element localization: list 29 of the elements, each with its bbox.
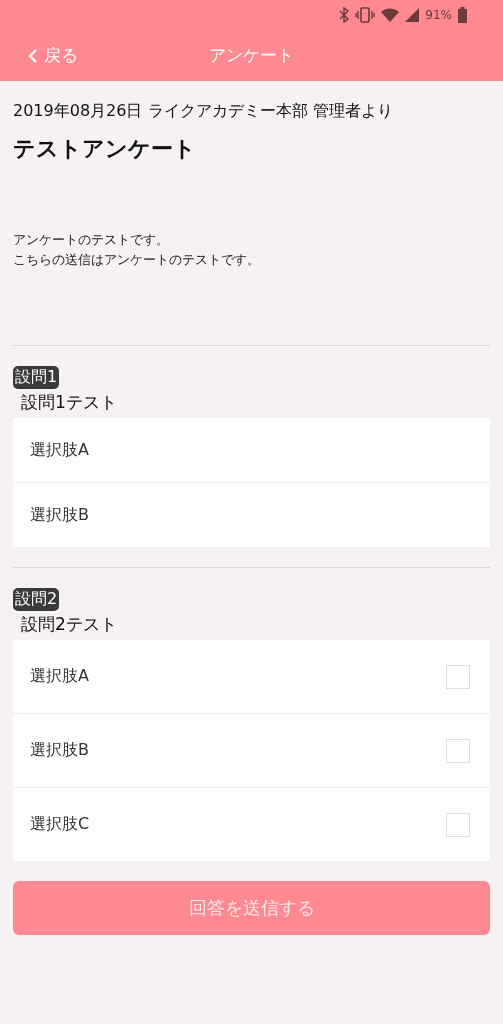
option-row[interactable]: 選択肢A	[13, 640, 490, 713]
wifi-icon	[381, 8, 400, 22]
bluetooth-icon	[339, 7, 350, 23]
screen-title: アンケート	[209, 44, 294, 67]
option-label: 選択肢C	[30, 814, 90, 835]
option-label: 選択肢B	[30, 740, 89, 761]
question-number-tag: 設問1	[13, 366, 60, 389]
option-label: 選択肢B	[30, 504, 89, 526]
checkbox[interactable]	[446, 738, 470, 763]
question-text: 設問2テスト	[21, 613, 118, 636]
option-row[interactable]: 選択肢B	[13, 714, 490, 787]
survey-title: テストアンケート	[13, 135, 197, 163]
checkbox[interactable]	[446, 664, 470, 689]
signal-icon	[405, 8, 420, 22]
option-label: 選択肢A	[30, 666, 89, 687]
vibrate-icon	[355, 7, 376, 23]
option-row[interactable]: 選択肢B	[13, 483, 490, 547]
battery-icon	[458, 7, 467, 23]
battery-percent: 91%	[425, 8, 452, 22]
description-line: アンケートのテストです。	[13, 231, 170, 249]
chevron-left-icon	[28, 47, 38, 64]
question-text: 設問1テスト	[21, 391, 118, 414]
description-line: こちらの送信はアンケートのテストです。	[13, 250, 261, 269]
option-label: 選択肢A	[30, 439, 89, 461]
sender-line: 2019年08月26日 ライクアカデミー本部 管理者より	[13, 101, 394, 122]
question-number-tag: 設問2	[13, 588, 60, 611]
option-row[interactable]: 選択肢A	[13, 418, 490, 482]
checkbox[interactable]	[446, 812, 470, 837]
option-row[interactable]: 選択肢C	[13, 788, 490, 861]
